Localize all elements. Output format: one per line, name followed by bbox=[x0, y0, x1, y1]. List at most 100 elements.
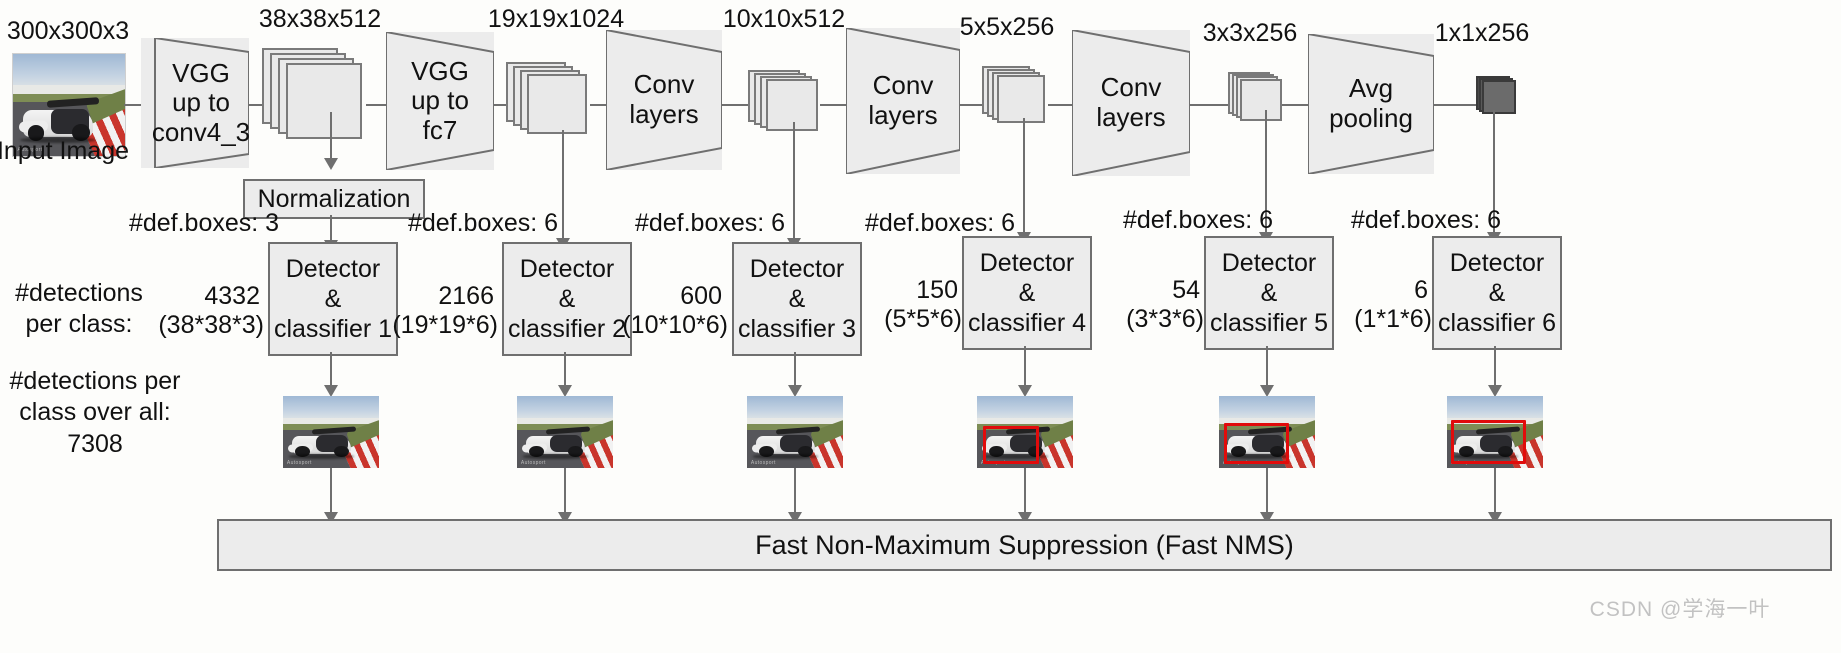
block-detector-4: Detector & classifier 4 bbox=[962, 236, 1092, 350]
block-conv-layers-2-line1: Conv bbox=[872, 70, 934, 101]
connector-detector2-to-thumb2 bbox=[564, 352, 566, 388]
block-detector-3: Detector & classifier 3 bbox=[732, 242, 862, 356]
block-avg-pooling-line2: pooling bbox=[1329, 103, 1413, 133]
block-fast-nms: Fast Non-Maximum Suppression (Fast NMS) bbox=[217, 519, 1832, 571]
connector-detector6-to-thumb6 bbox=[1494, 346, 1496, 388]
feature-map-2-dims: 19x19x1024 bbox=[487, 5, 625, 33]
block-avg-pooling-line1: Avg bbox=[1348, 73, 1394, 104]
block-detector-4-line2: & bbox=[1018, 279, 1036, 307]
block-conv-layers-1-line1: Conv bbox=[633, 69, 695, 100]
detections-over-all-total: 7308 bbox=[67, 429, 123, 458]
connector-thumb6-to-nms bbox=[1494, 468, 1496, 516]
connector-thumb3-to-nms bbox=[794, 468, 796, 516]
feature-map-6-stack bbox=[1476, 76, 1522, 124]
block-detector-6-line3: classifier 6 bbox=[1437, 309, 1557, 337]
connector-thumb4-to-nms bbox=[1024, 468, 1026, 516]
block-normalization-label: Normalization bbox=[257, 185, 411, 213]
detections-per-class-line1: #detections bbox=[15, 279, 143, 307]
block-vgg-conv4_3: VGG up to conv4_3 bbox=[141, 38, 251, 168]
connector-thumb5-to-nms bbox=[1266, 468, 1268, 516]
block-detector-2: Detector & classifier 2 bbox=[502, 242, 632, 356]
block-detector-6: Detector & classifier 6 bbox=[1432, 236, 1562, 350]
connector-fm3-to-conv2 bbox=[820, 104, 848, 106]
connector-norm-to-detector1 bbox=[330, 215, 332, 243]
connector-thumb2-to-nms bbox=[564, 468, 566, 516]
detector-3-def-boxes: #def.boxes: 6 bbox=[634, 209, 786, 237]
block-detector-1-line2: & bbox=[324, 285, 342, 313]
detector-4-def-boxes: #def.boxes: 6 bbox=[864, 209, 1016, 237]
block-detector-1: Detector & classifier 1 bbox=[268, 242, 398, 356]
block-detector-1-line1: Detector bbox=[285, 255, 381, 283]
detector-3-count: 600 bbox=[680, 282, 722, 310]
block-detector-3-line1: Detector bbox=[749, 255, 845, 283]
block-vgg-fc7-line3: fc7 bbox=[422, 114, 458, 145]
feature-map-2-stack bbox=[506, 62, 602, 142]
connector-detector4-to-thumb4 bbox=[1024, 346, 1026, 388]
block-detector-4-line3: classifier 4 bbox=[967, 309, 1087, 337]
detections-per-class-line2: per class: bbox=[25, 310, 133, 339]
connector-fm1-to-norm bbox=[330, 112, 332, 160]
detector-6-def-boxes: #def.boxes: 6 bbox=[1350, 206, 1502, 234]
detections-over-all-line1: #detections per bbox=[9, 367, 181, 395]
block-detector-4-line1: Detector bbox=[979, 249, 1075, 277]
block-detector-6-line1: Detector bbox=[1449, 249, 1545, 277]
detections-per-class-label: #detections per class: bbox=[4, 278, 154, 341]
block-detector-5-line1: Detector bbox=[1221, 249, 1317, 277]
feature-map-6-dims: 1x1x256 bbox=[1434, 19, 1530, 47]
connector-fm2-to-detector2 bbox=[562, 130, 564, 240]
block-conv-layers-1: Conv layers bbox=[606, 30, 722, 170]
block-detector-3-line3: classifier 3 bbox=[737, 315, 857, 343]
detections-over-all-line2: class over all: bbox=[19, 398, 171, 427]
connector-thumb1-to-nms bbox=[330, 468, 332, 516]
feature-map-1-dims: 38x38x512 bbox=[258, 5, 382, 33]
block-fast-nms-label: Fast Non-Maximum Suppression (Fast NMS) bbox=[755, 529, 1294, 560]
connector-fm4-to-detector4 bbox=[1023, 118, 1025, 234]
detector-1-formula: (38*38*3) bbox=[158, 311, 264, 339]
detector-5-formula: (3*3*6) bbox=[1126, 305, 1204, 333]
block-avg-pooling: Avg pooling bbox=[1308, 34, 1434, 174]
detector-5-count: 54 bbox=[1172, 276, 1200, 304]
detector-4-count: 150 bbox=[916, 276, 958, 304]
detections-over-all-label: #detections per class over all: 7308 bbox=[0, 366, 190, 460]
block-vgg-fc7-line2: up to bbox=[411, 85, 469, 116]
detection-bbox-4 bbox=[982, 426, 1039, 464]
block-detector-3-line2: & bbox=[788, 285, 806, 313]
detector-6-count: 6 bbox=[1414, 276, 1428, 304]
result-thumbnail-5: Autosport bbox=[1219, 396, 1315, 468]
connector-avgpool-to-fm6 bbox=[1434, 104, 1478, 106]
detector-6-formula: (1*1*6) bbox=[1354, 305, 1432, 333]
feature-map-3-stack bbox=[748, 70, 830, 140]
detector-2-formula: (19*19*6) bbox=[392, 311, 498, 339]
block-conv-layers-3-line2: layers bbox=[1096, 102, 1166, 132]
result-thumbnail-2: Autosport bbox=[517, 396, 613, 468]
csdn-watermark: CSDN @学海一叶 bbox=[1589, 598, 1771, 621]
block-vgg-conv4_3-line3: conv4_3 bbox=[151, 116, 251, 147]
block-vgg-conv4_3-line2: up to bbox=[172, 87, 230, 118]
arrow-fm1-to-norm bbox=[324, 158, 338, 170]
block-detector-1-line3: classifier 1 bbox=[273, 315, 393, 343]
connector-conv3-to-fm5 bbox=[1190, 104, 1230, 106]
connector-fm3-to-detector3 bbox=[793, 122, 795, 240]
detection-bbox-5 bbox=[1223, 423, 1290, 464]
detector-4-formula: (5*5*6) bbox=[884, 305, 962, 333]
detector-5-def-boxes: #def.boxes: 6 bbox=[1122, 206, 1274, 234]
block-conv-layers-1-line2: layers bbox=[629, 99, 699, 129]
block-detector-5-line3: classifier 5 bbox=[1209, 309, 1329, 337]
block-vgg-fc7: VGG up to fc7 bbox=[386, 32, 494, 170]
result-thumbnail-3: Autosport bbox=[747, 396, 843, 468]
result-thumbnail-4: Autosport bbox=[977, 396, 1073, 468]
block-detector-5-line2: & bbox=[1260, 279, 1278, 307]
connector-detector3-to-thumb3 bbox=[794, 352, 796, 388]
feature-map-5-stack bbox=[1228, 72, 1292, 132]
connector-detector5-to-thumb5 bbox=[1266, 346, 1268, 388]
input-image-caption: Input Image bbox=[0, 137, 130, 165]
feature-map-4-dims: 5x5x256 bbox=[959, 13, 1055, 41]
input-dims-label: 300x300x3 bbox=[6, 17, 130, 45]
block-detector-2-line2: & bbox=[558, 285, 576, 313]
block-conv-layers-3: Conv layers bbox=[1072, 30, 1190, 176]
feature-map-4-stack bbox=[982, 66, 1058, 134]
block-detector-6-line2: & bbox=[1488, 279, 1506, 307]
feature-map-3-dims: 10x10x512 bbox=[722, 5, 846, 33]
block-detector-5: Detector & classifier 5 bbox=[1204, 236, 1334, 350]
result-thumbnail-6: Autosport bbox=[1447, 396, 1543, 468]
